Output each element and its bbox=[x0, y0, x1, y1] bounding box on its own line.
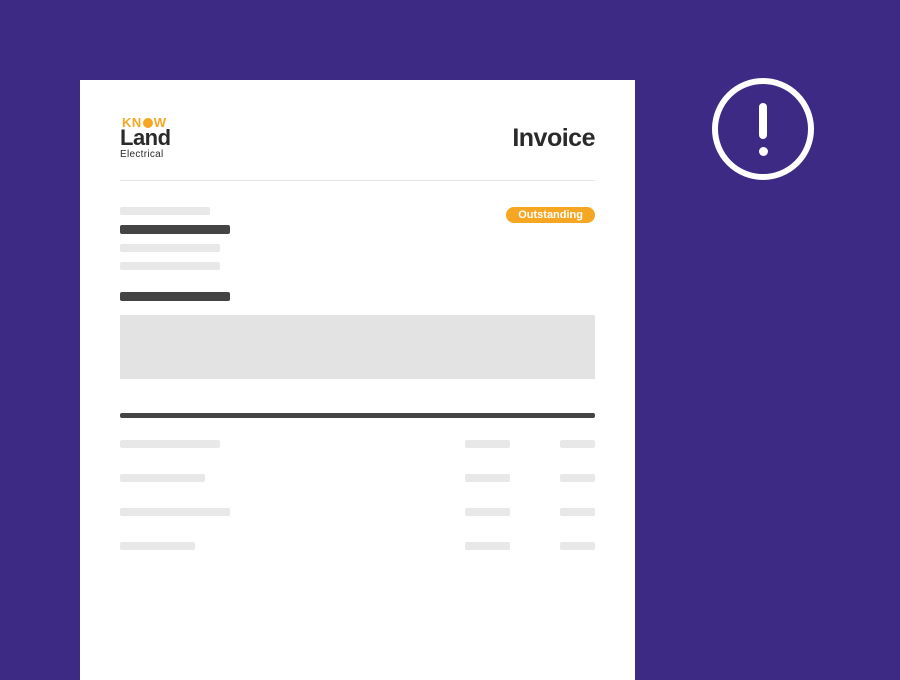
placeholder-line bbox=[120, 508, 230, 516]
placeholder-line bbox=[560, 474, 595, 482]
table-row bbox=[120, 440, 595, 448]
placeholder-line bbox=[120, 225, 230, 234]
logo-subtitle: Electrical bbox=[120, 150, 171, 160]
table-row bbox=[120, 542, 595, 550]
placeholder-line bbox=[120, 474, 205, 482]
company-logo: KNW Land Electrical bbox=[120, 116, 171, 160]
document-title: Invoice bbox=[512, 124, 595, 153]
placeholder-line bbox=[465, 508, 510, 516]
exclamation-bar bbox=[759, 103, 767, 139]
placeholder-line bbox=[120, 262, 220, 270]
alert-icon bbox=[712, 78, 814, 180]
invoice-document: KNW Land Electrical Invoice Outstanding bbox=[80, 80, 635, 680]
placeholder-line bbox=[560, 440, 595, 448]
document-header: KNW Land Electrical Invoice bbox=[120, 116, 595, 181]
status-badge: Outstanding bbox=[506, 207, 595, 223]
placeholder-line bbox=[120, 542, 195, 550]
logo-main-word: Land bbox=[120, 127, 171, 149]
placeholder-line bbox=[120, 244, 220, 252]
summary-box bbox=[120, 315, 595, 379]
placeholder-line bbox=[465, 474, 510, 482]
table-row bbox=[120, 508, 595, 516]
placeholder-line bbox=[120, 207, 210, 215]
placeholder-line bbox=[465, 440, 510, 448]
table-row bbox=[120, 474, 595, 482]
placeholder-line bbox=[560, 508, 595, 516]
table-header-rule bbox=[120, 413, 595, 418]
placeholder-line bbox=[120, 440, 220, 448]
placeholder-line bbox=[560, 542, 595, 550]
exclamation-dot bbox=[759, 147, 768, 156]
placeholder-line bbox=[120, 292, 230, 301]
placeholder-line bbox=[465, 542, 510, 550]
